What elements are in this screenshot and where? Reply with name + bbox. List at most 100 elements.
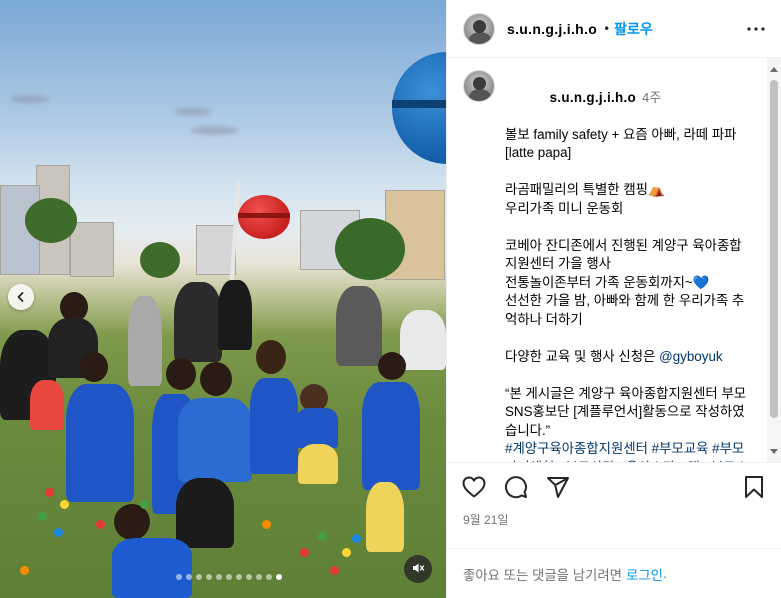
adult-figure [336,286,382,366]
scrollbar[interactable] [767,58,781,462]
play-ball [96,520,105,529]
child-head [378,352,406,380]
carousel-previous-button[interactable] [8,284,34,310]
avatar[interactable] [463,70,495,102]
play-ball [38,512,47,521]
carousel-dot [186,574,192,580]
child-head [166,358,196,390]
carousel-dot [266,574,272,580]
caption-line: 선선한 가을 밤, 아빠와 함께 한 우리가족 추억하나 더하기 [505,293,745,327]
carousel-dot [256,574,262,580]
caption-line: 코베아 잔디존에서 진행된 계양구 육아종합지원센터 가을 행사 [505,237,742,272]
child-figure [176,478,234,548]
carousel-dot [226,574,232,580]
child-head [80,352,108,382]
more-options-icon[interactable] [747,21,765,37]
caption-line: 우리가족 미니 운동회 [505,200,624,216]
adult-figure [174,282,222,362]
caption-notice: “본 게시글은 계양구 육아종합지원센터 부모SNS홍보단 [계플루언서]활동으… [505,385,747,438]
post-view: s.u.n.g.j.i.h.o • 팔로우 s.u.n.g.j.i.h.o 4주 … [0,0,781,598]
play-ball [300,548,309,557]
child-vest [178,398,252,482]
login-link[interactable]: 로그인 [626,564,663,584]
carousel-dot [216,574,222,580]
child-vest [66,384,134,502]
caption-line: 전통놀이존부터 가족 운동회까지~💙 [505,274,710,290]
login-prompt: 좋아요 또는 댓글을 남기려면 로그인. [447,548,781,598]
speaker-muted-icon [411,560,425,579]
adult-figure [218,280,252,350]
comment-icon[interactable] [503,474,529,500]
play-ball [342,548,351,557]
adult-figure [400,310,446,370]
header-separator: • [603,21,611,36]
play-ball [140,500,149,509]
play-ball [262,520,271,529]
child-figure [30,380,64,430]
caption-line: 라곰패밀리의 특별한 캠핑⛺ [505,182,665,197]
child-figure [366,482,404,552]
caption-body: s.u.n.g.j.i.h.o 4주 볼보 family safety + 요즘 … [505,70,751,463]
carousel-dot [246,574,252,580]
play-ball [352,534,361,543]
mention-link[interactable]: @gyboyuk [659,349,722,364]
adult-figure [128,296,162,386]
building [70,222,114,277]
bookmark-icon[interactable] [741,474,767,500]
carousel-dot [236,574,242,580]
caption-username-link[interactable]: s.u.n.g.j.i.h.o [550,90,636,105]
caption-inquiry-text: 다양한 교육 및 행사 신청은 [505,348,660,364]
avatar[interactable] [463,12,495,45]
tree [140,242,180,278]
post-date[interactable]: 9월 21일 [447,511,781,537]
play-ball [60,500,69,509]
follow-button[interactable]: 팔로우 [614,19,653,39]
caption: s.u.n.g.j.i.h.o 4주 볼보 family safety + 요즘 … [463,70,763,463]
tree [335,218,405,280]
post-side-panel: s.u.n.g.j.i.h.o • 팔로우 s.u.n.g.j.i.h.o 4주 … [446,0,781,598]
caption-scroll-area[interactable]: s.u.n.g.j.i.h.o 4주 볼보 family safety + 요즘 … [447,58,781,463]
child-vest [296,408,338,448]
post-media[interactable] [0,0,446,598]
red-ball-target [238,195,290,239]
caption-time-ago[interactable]: 4주 [642,90,661,105]
caption-line: 볼보 family safety + 요즘 아빠, 라떼 파파 [latte p… [505,126,741,161]
child-head [256,340,286,374]
header-username-link[interactable]: s.u.n.g.j.i.h.o [507,21,597,37]
caption-text: 볼보 family safety + 요즘 아빠, 라떼 파파 [latte p… [505,126,751,348]
play-ball [318,532,327,541]
blue-ball-target [392,52,446,164]
login-prompt-period: . [662,566,667,581]
child-head [200,362,232,396]
post-header: s.u.n.g.j.i.h.o • 팔로우 [447,0,781,58]
tree [25,198,77,243]
cloud [175,108,211,116]
carousel-dot-active [276,574,282,580]
login-prompt-text: 좋아요 또는 댓글을 남기려면 [463,567,622,583]
scrollbar-thumb[interactable] [770,80,778,418]
post-action-bar [447,463,781,511]
mute-toggle-button[interactable] [404,555,432,583]
share-icon[interactable] [545,474,571,500]
cloud [10,95,50,103]
cloud [190,126,238,135]
carousel-indicator [0,574,446,580]
hashtag-list[interactable]: #계양구육아종합지원센터 #부모교육 #부모자녀체험 #부모상담 #육아스타그램… [505,440,751,462]
carousel-dot [196,574,202,580]
play-ball [45,488,54,497]
scroll-down-arrow-icon[interactable] [770,449,778,454]
heart-icon[interactable] [461,474,487,500]
carousel-dot [176,574,182,580]
child-head [114,504,150,540]
child-vest [250,378,298,474]
caption-inquiry-line: 다양한 교육 및 행사 신청은 @gyboyuk [505,348,751,367]
scroll-up-arrow-icon[interactable] [770,67,778,72]
child-vest [362,382,420,490]
child-vest [112,538,192,598]
child-figure [298,444,338,484]
chevron-left-icon [15,288,27,307]
